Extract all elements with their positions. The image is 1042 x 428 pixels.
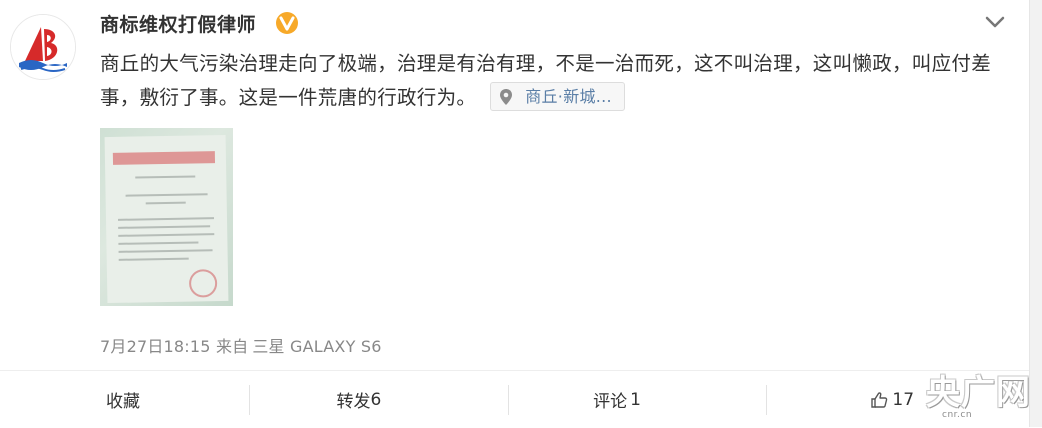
like-button[interactable]: 17 xyxy=(767,371,1030,428)
source-prefix: 来自 xyxy=(215,337,249,356)
document-line xyxy=(145,201,186,205)
favorite-label: 收藏 xyxy=(106,392,140,412)
post-source[interactable]: 三星 GALAXY S6 xyxy=(252,337,381,356)
comment-count: 1 xyxy=(630,389,641,410)
scrollbar-track[interactable] xyxy=(1029,0,1042,427)
author-avatar[interactable] xyxy=(10,14,76,80)
document-line xyxy=(117,217,215,221)
document-red-header xyxy=(112,151,216,165)
action-bar: 收藏 转发 6 评论 1 17 xyxy=(0,370,1030,428)
document-line xyxy=(118,257,189,261)
comment-label: 评论 xyxy=(593,392,628,412)
chevron-down-icon[interactable] xyxy=(984,13,1006,31)
comment-button[interactable]: 评论 1 xyxy=(509,371,766,428)
post-image-thumbnail[interactable] xyxy=(100,128,233,306)
post-timestamp[interactable]: 7月27日18:15 xyxy=(100,337,211,356)
document-line xyxy=(125,193,208,197)
repost-button[interactable]: 转发 6 xyxy=(250,371,507,428)
avatar-logo-icon xyxy=(11,15,75,79)
repost-count: 6 xyxy=(370,389,382,410)
verified-badge-icon xyxy=(276,12,298,34)
map-pin-icon xyxy=(499,88,513,106)
document-seal xyxy=(188,269,218,298)
document-line xyxy=(118,241,199,245)
location-tag[interactable]: 商丘·新城... xyxy=(490,82,625,111)
favorite-button[interactable]: 收藏 xyxy=(0,371,249,428)
thumbs-up-icon xyxy=(870,391,888,409)
document-line xyxy=(118,233,215,237)
repost-label: 转发 xyxy=(336,392,371,412)
document-line xyxy=(135,175,196,179)
document-photo xyxy=(104,134,229,304)
document-line xyxy=(118,225,211,229)
post-meta: 7月27日18:15 来自 三星 GALAXY S6 xyxy=(100,333,382,357)
document-line xyxy=(118,249,213,253)
location-label: 商丘·新城... xyxy=(525,87,612,106)
post-content: 商丘的大气污染治理走向了极端，治理是有治有理，不是一治而死，这不叫治理，这叫懒政… xyxy=(100,47,1020,115)
like-count: 17 xyxy=(892,389,915,410)
author-name[interactable]: 商标维权打假律师 xyxy=(100,10,256,37)
weibo-post-card: 商标维权打假律师 商丘的大气污染治理走向了极端，治理是有治有理，不是一治而死，这… xyxy=(0,0,1030,427)
